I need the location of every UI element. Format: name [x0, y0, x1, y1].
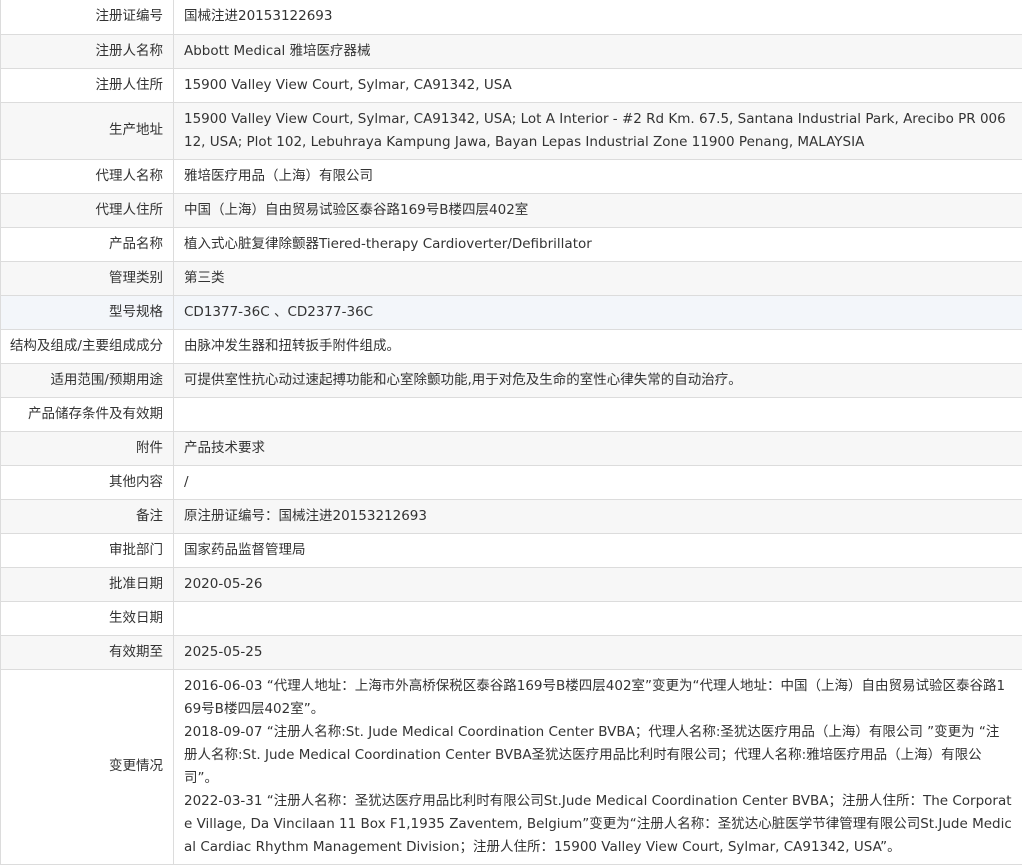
row-registrant-name: 注册人名称 Abbott Medical 雅培医疗器械 — [1, 34, 1022, 68]
field-label: 适用范围/预期用途 — [1, 363, 174, 397]
field-label: 注册人住所 — [1, 68, 174, 102]
field-label: 注册证编号 — [1, 0, 174, 34]
field-label: 代理人名称 — [1, 159, 174, 193]
field-value: 国械注进20153122693 — [174, 0, 1022, 34]
field-value: 产品技术要求 — [174, 431, 1022, 465]
field-value: 原注册证编号：国械注进20153212693 — [174, 499, 1022, 533]
registration-detail-table: 注册证编号 国械注进20153122693 注册人名称 Abbott Medic… — [0, 0, 1022, 865]
row-management-category: 管理类别 第三类 — [1, 261, 1022, 295]
change-entry: 2016-06-03 “代理人地址：上海市外高桥保税区泰谷路169号B楼四层40… — [184, 675, 1012, 721]
field-label: 产品名称 — [1, 227, 174, 261]
field-label: 生产地址 — [1, 102, 174, 159]
row-intended-use: 适用范围/预期用途 可提供室性抗心动过速起搏功能和心室除颤功能,用于对危及生命的… — [1, 363, 1022, 397]
field-label: 有效期至 — [1, 635, 174, 669]
field-value: 由脉冲发生器和扭转扳手附件组成。 — [174, 329, 1022, 363]
row-agent-name: 代理人名称 雅培医疗用品（上海）有限公司 — [1, 159, 1022, 193]
field-label: 批准日期 — [1, 567, 174, 601]
field-value: 15900 Valley View Court, Sylmar, CA91342… — [174, 102, 1022, 159]
field-value: CD1377-36C 、CD2377-36C — [174, 295, 1022, 329]
row-valid-until: 有效期至 2025-05-25 — [1, 635, 1022, 669]
row-agent-address: 代理人住所 中国（上海）自由贸易试验区泰谷路169号B楼四层402室 — [1, 193, 1022, 227]
field-label: 管理类别 — [1, 261, 174, 295]
field-value: 植入式心脏复律除颤器Tiered-therapy Cardioverter/De… — [174, 227, 1022, 261]
field-value: 可提供室性抗心动过速起搏功能和心室除颤功能,用于对危及生命的室性心律失常的自动治… — [174, 363, 1022, 397]
field-value: Abbott Medical 雅培医疗器械 — [174, 34, 1022, 68]
field-label: 审批部门 — [1, 533, 174, 567]
row-product-name: 产品名称 植入式心脏复律除颤器Tiered-therapy Cardiovert… — [1, 227, 1022, 261]
field-value: / — [174, 465, 1022, 499]
row-approval-date: 批准日期 2020-05-26 — [1, 567, 1022, 601]
row-structure-composition: 结构及组成/主要组成成分 由脉冲发生器和扭转扳手附件组成。 — [1, 329, 1022, 363]
field-label: 型号规格 — [1, 295, 174, 329]
field-value: 2025-05-25 — [174, 635, 1022, 669]
row-remarks: 备注 原注册证编号：国械注进20153212693 — [1, 499, 1022, 533]
field-label: 产品储存条件及有效期 — [1, 397, 174, 431]
row-model-spec: 型号规格 CD1377-36C 、CD2377-36C — [1, 295, 1022, 329]
field-value: 2020-05-26 — [174, 567, 1022, 601]
field-value: 雅培医疗用品（上海）有限公司 — [174, 159, 1022, 193]
row-registrant-address: 注册人住所 15900 Valley View Court, Sylmar, C… — [1, 68, 1022, 102]
change-entry: 2018-09-07 “注册人名称:St. Jude Medical Coord… — [184, 721, 1012, 790]
field-label: 生效日期 — [1, 601, 174, 635]
field-value: 中国（上海）自由贸易试验区泰谷路169号B楼四层402室 — [174, 193, 1022, 227]
row-registration-number: 注册证编号 国械注进20153122693 — [1, 0, 1022, 34]
field-value: 第三类 — [174, 261, 1022, 295]
field-label: 注册人名称 — [1, 34, 174, 68]
row-approval-department: 审批部门 国家药品监督管理局 — [1, 533, 1022, 567]
field-label: 其他内容 — [1, 465, 174, 499]
field-label: 备注 — [1, 499, 174, 533]
field-label: 附件 — [1, 431, 174, 465]
row-other-content: 其他内容 / — [1, 465, 1022, 499]
field-value: 15900 Valley View Court, Sylmar, CA91342… — [174, 68, 1022, 102]
row-production-address: 生产地址 15900 Valley View Court, Sylmar, CA… — [1, 102, 1022, 159]
field-label: 结构及组成/主要组成成分 — [1, 329, 174, 363]
field-label: 代理人住所 — [1, 193, 174, 227]
field-label: 变更情况 — [1, 669, 174, 864]
field-value — [174, 397, 1022, 431]
change-history-list: 2016-06-03 “代理人地址：上海市外高桥保税区泰谷路169号B楼四层40… — [174, 669, 1022, 864]
row-effective-date: 生效日期 — [1, 601, 1022, 635]
row-change-history: 变更情况 2016-06-03 “代理人地址：上海市外高桥保税区泰谷路169号B… — [1, 669, 1022, 864]
row-storage-conditions: 产品储存条件及有效期 — [1, 397, 1022, 431]
change-entry: 2022-03-31 “注册人名称：圣犹达医疗用品比利时有限公司St.Jude … — [184, 790, 1012, 859]
row-attachment: 附件 产品技术要求 — [1, 431, 1022, 465]
field-value — [174, 601, 1022, 635]
field-value: 国家药品监督管理局 — [174, 533, 1022, 567]
